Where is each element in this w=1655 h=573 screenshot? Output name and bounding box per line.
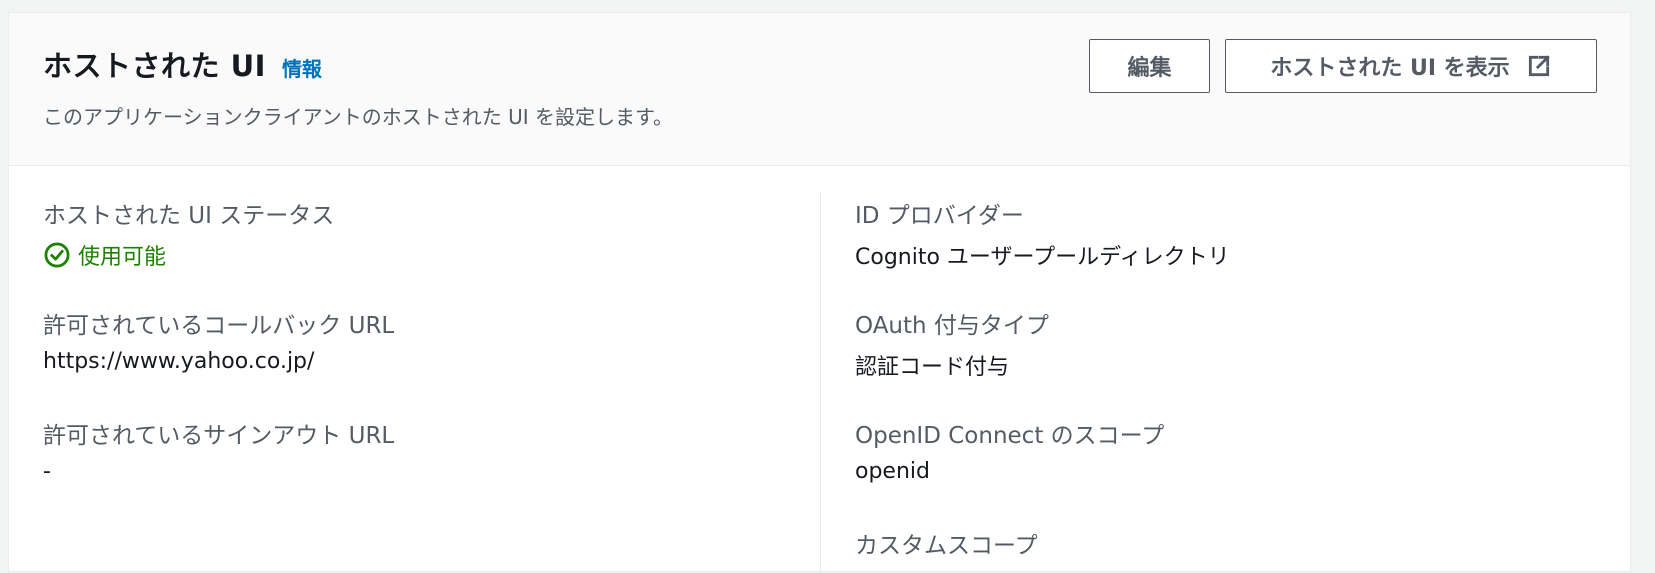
column-divider xyxy=(820,193,821,573)
external-link-icon xyxy=(1528,55,1550,77)
status-text: 使用可能 xyxy=(78,245,167,270)
field-value: openid xyxy=(855,459,930,484)
field-callback-url: 許可されているコールバック URL https://www.yahoo.co.j… xyxy=(43,306,394,374)
field-hosted-ui-status: ホストされた UI ステータス 使用可能 xyxy=(43,196,334,271)
page-title: ホストされた UI xyxy=(43,49,266,83)
field-label: OAuth 付与タイプ xyxy=(855,313,1049,339)
field-openid-scopes: OpenID Connect のスコープ openid xyxy=(855,416,1164,484)
field-value: https://www.yahoo.co.jp/ xyxy=(43,349,315,374)
title-row: ホストされた UI 情報 xyxy=(43,43,322,85)
field-label: 許可されているサインアウト URL xyxy=(43,423,395,449)
field-label: OpenID Connect のスコープ xyxy=(855,423,1165,449)
field-signout-url: 許可されているサインアウト URL - xyxy=(43,416,394,484)
view-hosted-ui-button[interactable]: ホストされた UI を表示 xyxy=(1225,39,1597,93)
field-custom-scopes: カスタムスコープ xyxy=(855,526,1038,560)
field-value: Cognito ユーザープールディレクトリ xyxy=(855,245,1230,270)
field-value: 認証コード付与 xyxy=(855,355,1010,380)
field-oauth-grant-types: OAuth 付与タイプ 認証コード付与 xyxy=(855,306,1049,381)
status-value: 使用可能 xyxy=(43,239,334,271)
check-circle-icon xyxy=(44,242,70,268)
hosted-ui-panel: ホストされた UI 情報 このアプリケーションクライアントのホストされた UI … xyxy=(8,12,1631,573)
field-label: カスタムスコープ xyxy=(855,533,1038,559)
field-value: - xyxy=(43,459,51,484)
panel-header: ホストされた UI 情報 このアプリケーションクライアントのホストされた UI … xyxy=(9,13,1630,166)
info-link[interactable]: 情報 xyxy=(282,53,322,82)
field-identity-provider: ID プロバイダー Cognito ユーザープールディレクトリ xyxy=(855,196,1230,271)
field-label: ID プロバイダー xyxy=(855,203,1024,229)
edit-button-label: 編集 xyxy=(1127,56,1172,81)
edit-button[interactable]: 編集 xyxy=(1089,39,1210,93)
field-label: ホストされた UI ステータス xyxy=(43,203,335,229)
field-label: 許可されているコールバック URL xyxy=(43,313,395,339)
panel-description: このアプリケーションクライアントのホストされた UI を設定します。 xyxy=(43,105,674,129)
view-hosted-ui-button-label: ホストされた UI を表示 xyxy=(1270,56,1510,81)
